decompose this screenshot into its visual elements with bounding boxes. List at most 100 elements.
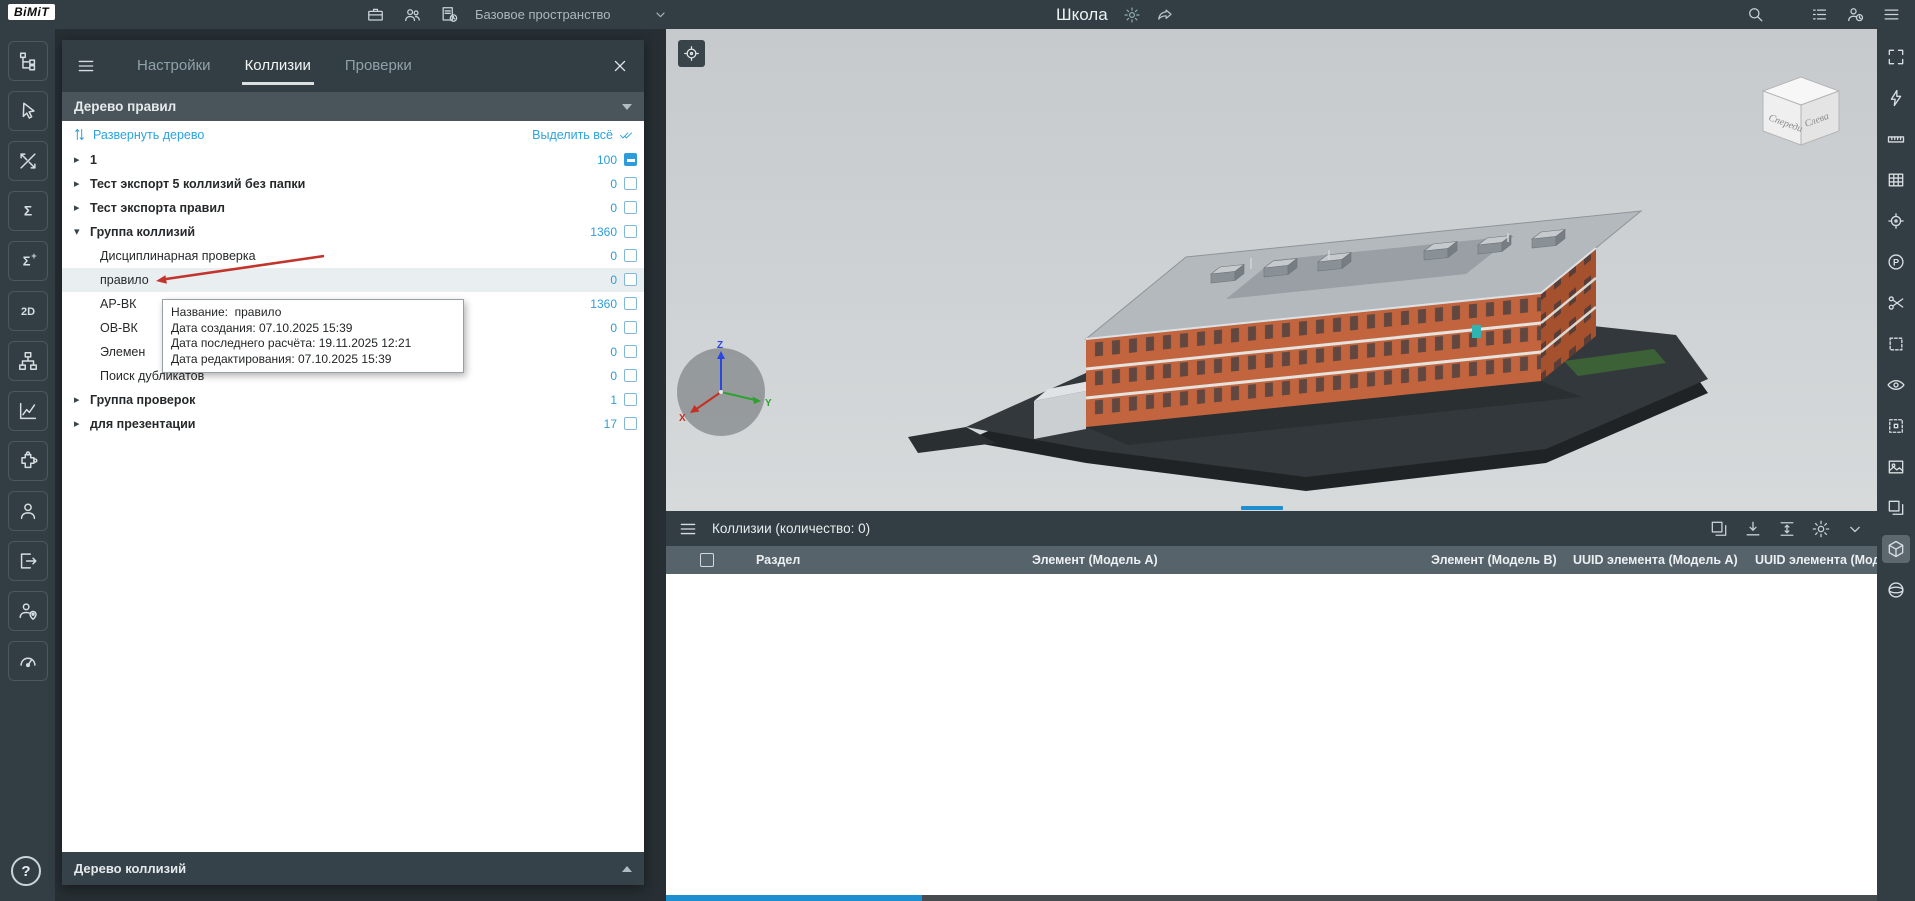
caret-right-icon[interactable]: ▸ xyxy=(74,196,80,220)
import-icon[interactable] xyxy=(1743,519,1763,539)
tree-row-checkbox[interactable] xyxy=(624,249,637,262)
scrollbar-thumb[interactable] xyxy=(666,895,922,901)
person-icon[interactable] xyxy=(8,491,48,531)
caret-right-icon[interactable]: ▸ xyxy=(74,148,80,172)
person-pin-icon[interactable] xyxy=(8,591,48,631)
tree-row-checkbox[interactable] xyxy=(624,273,637,286)
row-fit-icon[interactable] xyxy=(1777,519,1797,539)
model-doc-icon[interactable] xyxy=(440,5,459,24)
axis-gizmo[interactable]: Z X Y xyxy=(670,337,780,447)
gauge-icon[interactable] xyxy=(8,641,48,681)
search-icon[interactable] xyxy=(1746,5,1765,24)
horizontal-scrollbar[interactable] xyxy=(666,895,1877,901)
sphere-icon[interactable] xyxy=(1882,576,1910,604)
tab-коллизии[interactable]: Коллизии xyxy=(242,49,314,85)
user-clock-icon[interactable] xyxy=(1846,5,1865,24)
menu-icon[interactable] xyxy=(678,519,698,539)
tree-row[interactable]: ▸Группа проверок1 xyxy=(62,388,644,412)
collisions-table-body[interactable] xyxy=(666,574,1877,895)
tree-row-checkbox[interactable] xyxy=(624,369,637,382)
team-icon[interactable] xyxy=(403,5,422,24)
gear-icon[interactable] xyxy=(1123,6,1141,24)
collapse-section-icon[interactable] xyxy=(622,104,632,110)
tree-row-checkbox[interactable] xyxy=(624,417,637,430)
clip-box-icon[interactable] xyxy=(1882,330,1910,358)
focus-target-icon xyxy=(682,44,702,64)
menu-icon[interactable] xyxy=(76,56,96,76)
tree-row-checkbox[interactable] xyxy=(624,297,637,310)
tree-row-label: Группа коллизий xyxy=(90,220,195,244)
gear-icon[interactable] xyxy=(1811,519,1831,539)
caret-down-icon[interactable]: ▾ xyxy=(74,220,80,244)
tree-row-checkbox[interactable] xyxy=(624,201,637,214)
panel-resize-handle[interactable] xyxy=(1241,506,1283,510)
caret-right-icon[interactable]: ▸ xyxy=(74,172,80,196)
tab-настройки[interactable]: Настройки xyxy=(134,49,214,85)
lightning-icon[interactable] xyxy=(1882,84,1910,112)
apps-icon[interactable] xyxy=(1810,5,1829,24)
tree-row-checkbox[interactable] xyxy=(624,225,637,238)
close-icon[interactable] xyxy=(610,56,630,76)
column-header[interactable]: UUID элемента (Модель A) xyxy=(1573,546,1738,574)
caret-right-icon[interactable]: ▸ xyxy=(74,388,80,412)
viewport-3d[interactable]: Z X Y Спереди Слева xyxy=(666,29,1877,511)
ruler-icon[interactable] xyxy=(1882,125,1910,153)
menu-icon[interactable] xyxy=(1882,5,1901,24)
sum-icon[interactable]: Σ xyxy=(8,191,48,231)
column-header[interactable]: UUID элемента (Мод xyxy=(1755,546,1877,574)
column-header[interactable]: Элемент (Модель A) xyxy=(1032,546,1158,574)
select-all-checkbox[interactable] xyxy=(700,553,714,567)
focus-view-button[interactable] xyxy=(678,40,705,67)
chevron-down-icon[interactable] xyxy=(1845,519,1865,539)
chevron-down-icon[interactable] xyxy=(652,6,669,23)
tree-row[interactable]: ▸для презентации17 xyxy=(62,412,644,436)
right-toolbar: P xyxy=(1877,29,1915,901)
grid-table-icon[interactable] xyxy=(1882,166,1910,194)
tree-row-checkbox[interactable] xyxy=(624,345,637,358)
select-all-button[interactable]: Выделить всё xyxy=(532,127,634,142)
structure-tree-icon[interactable] xyxy=(8,41,48,81)
caret-right-icon[interactable]: ▸ xyxy=(74,412,80,436)
clash-icon[interactable] xyxy=(8,141,48,181)
focus-target-icon[interactable] xyxy=(1882,207,1910,235)
tree-row[interactable]: правило0 xyxy=(62,268,644,292)
workspace-selector[interactable]: Базовое пространство xyxy=(475,0,611,29)
help-button[interactable]: ? xyxy=(11,856,41,886)
chart-icon[interactable] xyxy=(8,391,48,431)
nav-cube[interactable]: Спереди Слева xyxy=(1751,67,1851,152)
copy-icon[interactable] xyxy=(1709,519,1729,539)
tree-row-label: Дисциплинарная проверка xyxy=(100,244,256,268)
tree-row-checkbox[interactable] xyxy=(624,177,637,190)
tree-row-checkbox[interactable] xyxy=(624,393,637,406)
plugin-icon[interactable] xyxy=(8,441,48,481)
parking-icon[interactable]: P xyxy=(1882,248,1910,276)
tree-row[interactable]: Дисциплинарная проверка0 xyxy=(62,244,644,268)
expand-tree-button[interactable]: Развернуть дерево xyxy=(72,127,204,142)
tree-row[interactable]: ▸Тест экспорт 5 коллизий без папки0 xyxy=(62,172,644,196)
orgchart-icon[interactable] xyxy=(8,341,48,381)
tree-row-checkbox[interactable] xyxy=(624,321,637,334)
tree-row[interactable]: ▾Группа коллизий1360 xyxy=(62,220,644,244)
fit-screen-icon[interactable] xyxy=(1882,43,1910,71)
tree-row-checkbox[interactable] xyxy=(624,153,637,166)
two-d-icon[interactable]: 2D xyxy=(8,291,48,331)
cube-icon[interactable] xyxy=(1882,535,1910,563)
eye-icon[interactable] xyxy=(1882,371,1910,399)
tree-row[interactable]: ▸1100 xyxy=(62,148,644,172)
column-header[interactable]: Элемент (Модель B) xyxy=(1431,546,1557,574)
share-icon[interactable] xyxy=(1156,6,1174,24)
export-model-icon[interactable] xyxy=(8,541,48,581)
column-header[interactable]: Раздел xyxy=(756,546,800,574)
section-cut-icon[interactable] xyxy=(1882,289,1910,317)
case-icon[interactable] xyxy=(366,5,385,24)
copy-view-icon[interactable] xyxy=(1882,494,1910,522)
tab-проверки[interactable]: Проверки xyxy=(342,49,415,85)
select-area-icon[interactable] xyxy=(1882,412,1910,440)
collisions-tree-footer[interactable]: Дерево коллизий xyxy=(62,852,644,885)
select-cursor-icon[interactable] xyxy=(8,91,48,131)
tree-row[interactable]: ▸Тест экспорта правил0 xyxy=(62,196,644,220)
image-icon[interactable] xyxy=(1882,453,1910,481)
rules-tree-header[interactable]: Дерево правил xyxy=(62,92,644,121)
sum-plus-icon[interactable]: Σ+ xyxy=(8,241,48,281)
expand-section-icon[interactable] xyxy=(622,866,632,872)
